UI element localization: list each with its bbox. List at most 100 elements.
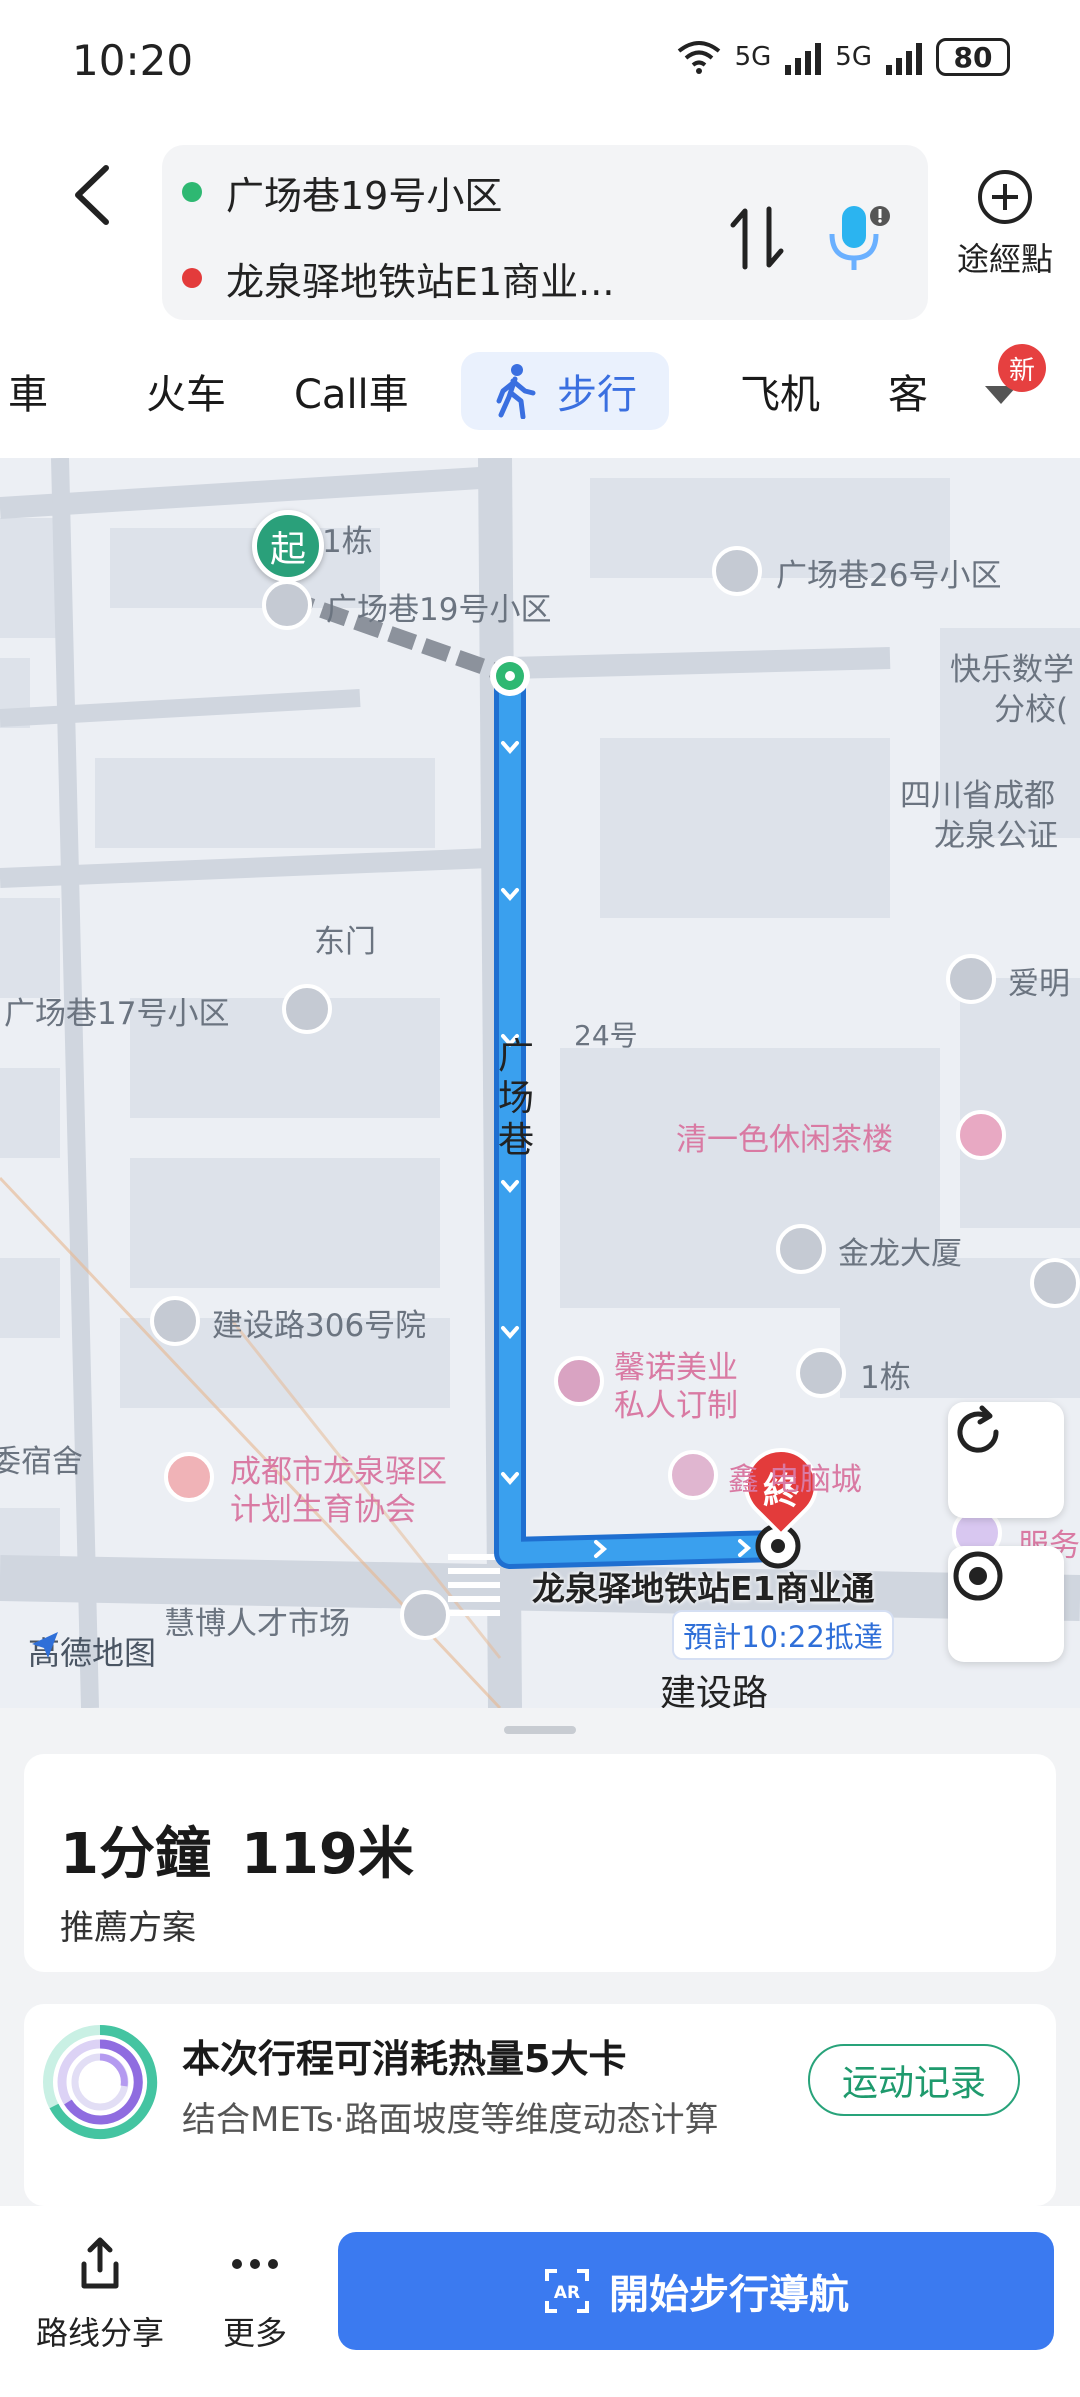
map-label: 清一色休闲茶楼 [676,1122,893,1158]
origin-dot-icon [182,182,202,202]
status-icons: 5G 5G 80 [677,38,1010,76]
network-5g-1: 5G [734,42,772,72]
map-label: 东门 [314,924,376,960]
map-label: 24号 [574,1019,638,1052]
waypoint-label: 途經點 [956,240,1053,278]
calorie-subtitle: 结合METs·路面坡度等维度动态计算 [182,2100,719,2140]
map-label: 1栋 [322,524,373,560]
svg-text:AR: AR [554,2283,580,2303]
map-label: 广场巷26号小区 [776,558,1002,594]
map-canvas [0,458,1080,1708]
route-summary: 1分鐘 119米 [60,1809,414,1890]
road-label-vertical: 广场巷 [498,1036,535,1161]
more-label: 更多 [222,2314,287,2352]
poi-icon [554,1356,604,1406]
calorie-title: 本次行程可消耗热量5大卡 [182,2037,627,2081]
calorie-ring-icon [43,2024,158,2139]
map-label: 爱明 [1008,966,1070,1002]
route-duration: 1分鐘 [60,1822,211,1887]
signal-icon-2 [886,39,922,75]
recommended-plan-label: 推薦方案 [60,1908,196,1948]
battery-icon: 80 [936,38,1010,76]
tab-call-car[interactable]: Call車 [294,352,409,430]
plus-circle-icon [978,170,1032,224]
poi-icon [956,1110,1006,1160]
destination-map-label: 龙泉驿地铁站E1商业通 [532,1569,875,1608]
map-label: 计划生育协会 [230,1492,416,1528]
destination-dot-icon [182,268,202,288]
wifi-icon [677,41,720,74]
tab-car[interactable]: 車 [0,352,48,430]
exercise-record-button[interactable]: 运动记录 [808,2044,1020,2116]
map-label: 私人订制 [614,1388,738,1424]
map-label: 分校( [994,692,1069,728]
add-waypoint-button[interactable]: 途經點 [950,170,1060,280]
tab-plane[interactable]: 飞机 [740,352,820,430]
refresh-button[interactable] [948,1402,1064,1518]
map-label: 鑫 电脑城 [728,1462,862,1498]
poi-icon [150,1296,200,1346]
road-label-horizontal: 建设路 [660,1673,769,1708]
start-marker-label: 起 [269,529,306,570]
map-label: 广场巷17号小区 [4,996,230,1032]
poi-icon [400,1590,450,1640]
route-distance: 119米 [240,1822,414,1887]
bottom-action-bar: 路线分享 更多 AR 開始步行導航 [0,2206,1080,2397]
destination-text: 龙泉驿地铁站E1商业... [226,259,615,304]
poi-icon [796,1348,846,1398]
more-dots-icon [232,2259,278,2269]
drag-handle[interactable] [504,1726,576,1734]
tab-car-label: 車 [8,372,48,418]
tab-coach[interactable]: 客 [888,352,928,430]
share-route-button[interactable]: 路线分享 [30,2234,170,2354]
start-nav-label: 開始步行導航 [609,2272,849,2318]
poi-icon [946,954,996,1004]
poi-icon [164,1452,214,1502]
map-label: 1栋 [860,1360,911,1396]
refresh-icon [957,1405,999,1453]
locate-button[interactable] [948,1546,1064,1662]
amap-logo: 高德地图 [28,1628,156,1674]
more-button[interactable]: 更多 [200,2234,310,2354]
origin-text: 广场巷19号小区 [226,173,503,218]
start-marker: 起 [252,510,324,582]
poi-icon [668,1450,718,1500]
map-view[interactable]: 起 終 1栋 广场巷19号小区 广场巷26号小区 快乐数学 分校( 四川省成都 … [0,458,1080,1708]
poi-icon [1030,1258,1080,1308]
map-label: 广场巷19号小区 [326,592,552,628]
destination-field[interactable]: 龙泉驿地铁站E1商业... [182,243,614,313]
share-icon [81,2237,119,2289]
locate-icon [953,1551,1003,1601]
route-summary-card[interactable]: 1分鐘 119米 推薦方案 [24,1754,1056,1972]
map-label: 龙泉公证 [934,818,1058,854]
eta-badge: 預計10:22抵達 [672,1610,894,1660]
walking-person-icon [496,364,536,419]
poi-icon [712,546,762,596]
route-inputs: 广场巷19号小区 龙泉驿地铁站E1商业... [162,145,928,320]
new-badge: 新 [998,344,1046,392]
map-label: 四川省成都 [900,778,1055,814]
swap-icon[interactable] [727,203,787,273]
share-label: 路线分享 [35,2314,164,2352]
back-arrow-icon[interactable] [60,160,130,230]
map-label: 委宿舍 [0,1444,83,1480]
route-header: 广场巷19号小区 龙泉驿地铁站E1商业... 途經點 [0,130,1080,330]
voice-mic-icon[interactable] [822,200,897,275]
map-label: 金龙大厦 [838,1236,962,1272]
origin-field[interactable]: 广场巷19号小区 [182,157,502,227]
logo-arrow-icon [32,1632,58,1658]
poi-icon [262,580,312,630]
calorie-card: 本次行程可消耗热量5大卡 结合METs·路面坡度等维度动态计算 运动记录 [24,2004,1056,2206]
ar-icon: AR [545,2269,589,2313]
start-walk-navigation-button[interactable]: AR 開始步行導航 [338,2232,1054,2350]
signal-icon [785,39,822,75]
map-label: 快乐数学 [950,652,1074,688]
network-5g-2: 5G [835,42,872,72]
status-time: 10:20 [72,36,194,85]
transport-mode-tabs: 車 火车 Call車 步行 飞机 客 新 [0,330,1080,458]
map-label: 慧博人才市场 [164,1606,350,1642]
tab-train[interactable]: 火车 [146,352,226,430]
tab-walk[interactable]: 步行 [461,352,669,430]
poi-icon [282,984,332,1034]
map-label: 建设路306号院 [212,1308,427,1344]
